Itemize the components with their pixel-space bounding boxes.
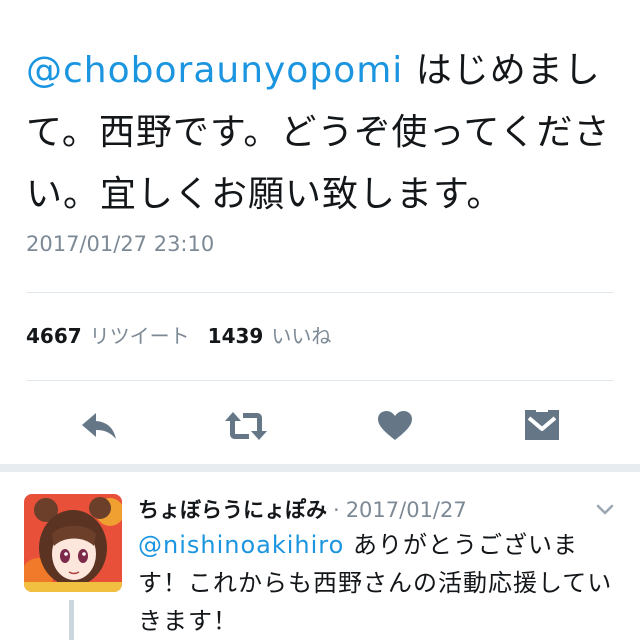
- reply-user-name[interactable]: ちょぼらうにょぽみ: [138, 494, 327, 524]
- heart-icon: [378, 411, 412, 440]
- like-button[interactable]: [373, 404, 417, 448]
- tweet-mention-link[interactable]: @choboraunyopomi: [26, 50, 403, 91]
- tweet-timestamp[interactable]: 2017/01/27 23:10: [26, 232, 214, 256]
- reply-header: ちょぼらうにょぽみ · 2017/01/27: [138, 494, 467, 524]
- avatar-illustration-icon: [24, 494, 122, 592]
- reply-date[interactable]: 2017/01/27: [346, 498, 467, 522]
- like-count[interactable]: 1439: [208, 324, 264, 348]
- thread-line: [69, 600, 74, 640]
- reply-text: @nishinoakihiro ありがとうございます！これからも西野さんの活動応…: [138, 526, 618, 640]
- envelope-icon: [525, 408, 559, 440]
- reply-menu-button[interactable]: [594, 498, 616, 520]
- divider-top: [26, 292, 614, 293]
- reply-mention-link[interactable]: @nishinoakihiro: [138, 531, 344, 559]
- retweet-icon: [225, 412, 267, 440]
- dm-button[interactable]: [520, 404, 564, 448]
- avatar[interactable]: [24, 494, 122, 592]
- action-bar: [0, 400, 640, 450]
- reply-date-separator: ·: [333, 498, 340, 522]
- chevron-down-icon: [596, 504, 614, 515]
- retweet-count[interactable]: 4667: [26, 324, 82, 348]
- retweet-button[interactable]: [224, 404, 268, 448]
- reply-icon: [82, 413, 116, 439]
- like-label[interactable]: いいね: [271, 320, 331, 349]
- tweet-stats: 4667 リツイート 1439 いいね: [26, 320, 349, 349]
- retweet-label[interactable]: リツイート: [90, 320, 190, 349]
- reply-tweet[interactable]: ちょぼらうにょぽみ · 2017/01/27 @nishinoakihiro あ…: [0, 472, 640, 640]
- divider-bottom: [26, 380, 614, 381]
- section-gap: [0, 464, 640, 472]
- reply-button[interactable]: [78, 404, 122, 448]
- tweet-body: @choboraunyopomi はじめまして。西野です。どうぞ使ってください。…: [26, 40, 622, 226]
